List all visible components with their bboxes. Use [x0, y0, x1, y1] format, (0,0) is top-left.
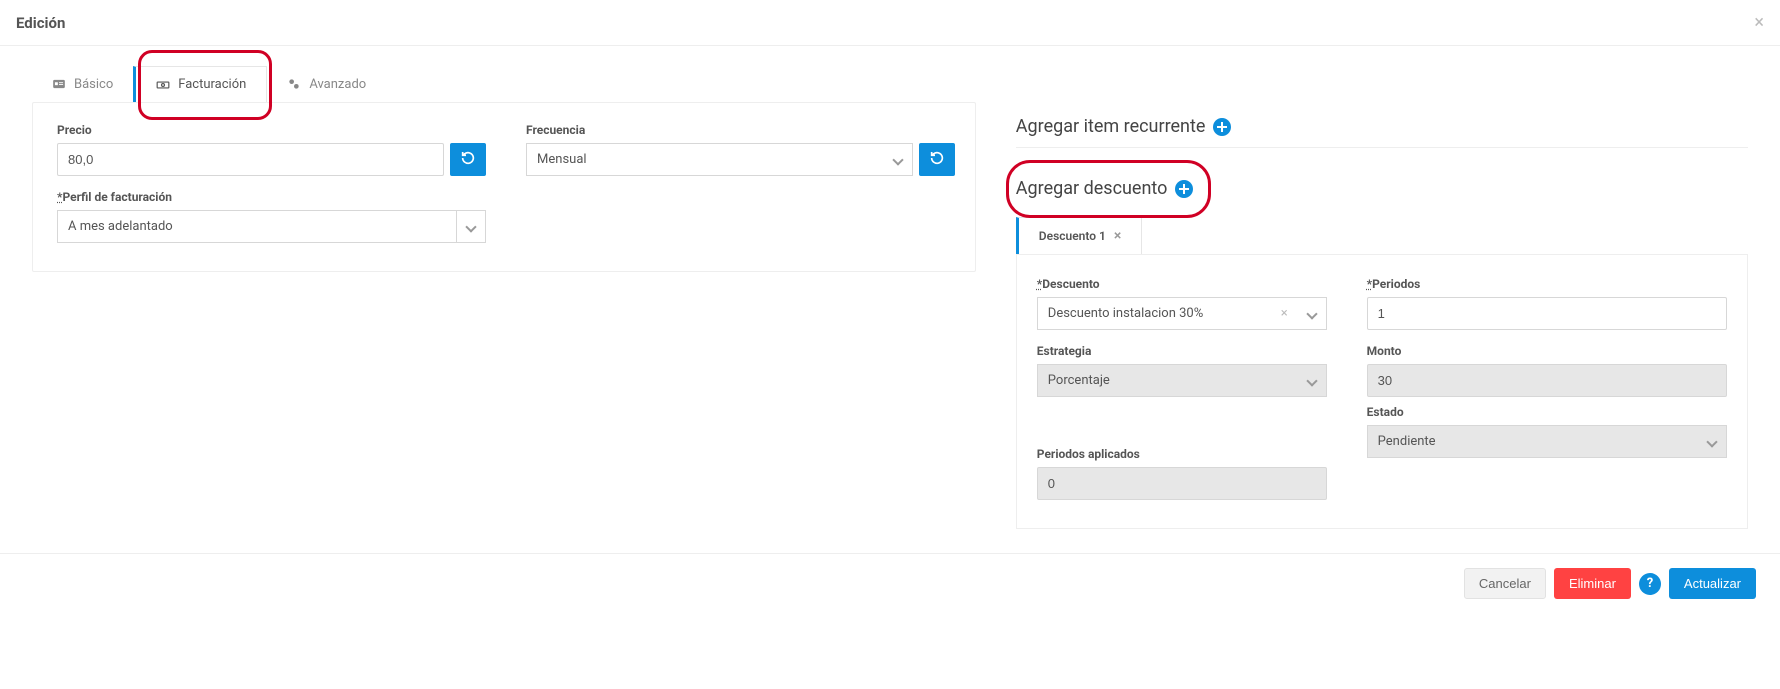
periods-input[interactable]: [1367, 297, 1727, 330]
add-recurrent-header[interactable]: Agregar item recurrente: [1016, 106, 1748, 148]
plus-circle-icon: [1213, 118, 1231, 136]
price-input[interactable]: [57, 143, 444, 176]
state-value: Pendiente: [1378, 434, 1436, 449]
modal-footer: Cancelar Eliminar ? Actualizar: [0, 553, 1780, 613]
frequency-label: Frecuencia: [526, 123, 955, 137]
main-tabs: Básico Facturación Avanzado: [32, 66, 1748, 102]
billing-profile-select[interactable]: A mes adelantado: [57, 210, 457, 243]
discount-tabs: Descuento 1 ×: [1016, 217, 1748, 255]
chevron-down-icon: [1706, 436, 1717, 447]
amount-input: [1367, 364, 1727, 397]
strategy-select: Porcentaje: [1037, 364, 1327, 397]
price-label: Precio: [57, 123, 486, 137]
discount-label: *Descuento: [1037, 277, 1327, 291]
applied-periods-label: Periodos aplicados: [1037, 447, 1327, 461]
tab-avanzado-label: Avanzado: [309, 77, 366, 92]
undo-icon: [460, 150, 476, 169]
state-select: Pendiente: [1367, 425, 1727, 458]
modal-body: Básico Facturación Avanzado: [0, 46, 1780, 553]
close-icon[interactable]: ×: [1754, 12, 1764, 33]
discount-value: Descuento instalacion 30%: [1048, 306, 1203, 321]
frequency-reset-button[interactable]: [919, 143, 955, 176]
add-discount-header[interactable]: Agregar descuento: [1016, 168, 1748, 209]
tab-facturacion-label: Facturación: [178, 77, 246, 92]
profile-label: *Perfil de facturación: [57, 190, 486, 204]
discount-panel: *Descuento Descuento instalacion 30% ×: [1016, 255, 1748, 529]
price-reset-button[interactable]: [450, 143, 486, 176]
plus-circle-icon: [1175, 180, 1193, 198]
tab-facturacion[interactable]: Facturación: [133, 66, 267, 102]
chevron-down-icon: [1306, 375, 1317, 386]
clear-icon[interactable]: ×: [1281, 306, 1288, 321]
delete-button[interactable]: Eliminar: [1554, 568, 1631, 599]
applied-periods-input: [1037, 467, 1327, 500]
periods-label: *Periodos: [1367, 277, 1727, 291]
amount-label: Monto: [1367, 344, 1727, 358]
close-icon[interactable]: ×: [1114, 228, 1121, 244]
frequency-value: Mensual: [537, 152, 587, 167]
state-label: Estado: [1367, 405, 1727, 419]
cancel-button[interactable]: Cancelar: [1464, 568, 1546, 599]
id-card-icon: [52, 77, 66, 91]
discount-select[interactable]: Descuento instalacion 30% ×: [1037, 297, 1327, 330]
add-discount-title: Agregar descuento: [1016, 178, 1168, 199]
chevron-down-icon: [457, 210, 486, 243]
billing-profile-value: A mes adelantado: [68, 219, 173, 234]
chevron-down-icon: [892, 154, 903, 165]
strategy-value: Porcentaje: [1048, 373, 1110, 388]
gears-icon: [287, 77, 301, 91]
tab-avanzado[interactable]: Avanzado: [267, 66, 386, 102]
chevron-down-icon: [1306, 308, 1317, 319]
tab-basico-label: Básico: [74, 77, 113, 92]
right-panel: Agregar item recurrente Agregar descuent…: [1016, 102, 1748, 533]
update-button[interactable]: Actualizar: [1669, 568, 1756, 599]
frequency-select[interactable]: Mensual: [526, 143, 913, 176]
tab-basico[interactable]: Básico: [32, 66, 133, 102]
modal-header: Edición ×: [0, 0, 1780, 46]
tab-discount-1-label: Descuento 1: [1039, 229, 1106, 243]
add-recurrent-title: Agregar item recurrente: [1016, 116, 1206, 137]
strategy-label: Estrategia: [1037, 344, 1327, 358]
tab-discount-1[interactable]: Descuento 1 ×: [1016, 217, 1143, 254]
money-icon: [156, 78, 170, 92]
edit-modal: Edición × Básico Facturación: [0, 0, 1780, 613]
help-icon[interactable]: ?: [1639, 573, 1661, 595]
billing-panel: Precio *Perfil de facturación: [32, 102, 976, 272]
undo-icon: [929, 150, 945, 169]
modal-title: Edición: [16, 14, 65, 32]
